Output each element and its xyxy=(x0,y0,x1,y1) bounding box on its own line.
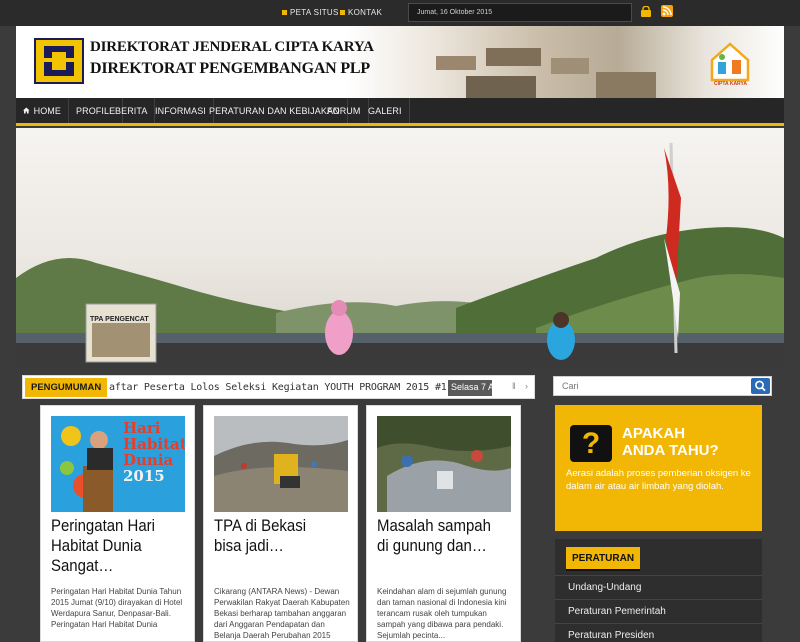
hero-landscape xyxy=(16,142,784,368)
current-date: Jumat, 16 Oktober 2015 xyxy=(408,3,632,22)
article-excerpt: Peringatan Hari Habitat Dunia Tahun 2015… xyxy=(51,587,183,629)
regulation-item-undang-undang[interactable]: Undang-Undang xyxy=(555,575,762,599)
sitemap-link-label[interactable]: PETA SITUS xyxy=(290,8,339,17)
habitat-day-poster-text: Hari Habitat Dunia 2015 xyxy=(123,420,185,484)
ticker-headline[interactable]: aftar Peserta Lolos Seleksi Kegiatan YOU… xyxy=(109,382,447,393)
article-title[interactable]: Peringatan Hari Habitat Dunia Sangat… xyxy=(51,516,174,576)
rss-icon[interactable] xyxy=(661,5,673,17)
pu-logo[interactable] xyxy=(34,38,84,84)
article-thumbnail[interactable] xyxy=(377,416,511,512)
bullet-icon xyxy=(282,10,287,15)
pause-icon[interactable]: ‖ xyxy=(512,381,516,391)
org-name-line1: DIREKTORAT JENDERAL CIPTA KARYA xyxy=(90,39,374,55)
article-excerpt: Keindahan alam di sejumlah gunung dan ta… xyxy=(377,587,507,640)
article-thumbnail[interactable]: Hari Habitat Dunia 2015 xyxy=(51,416,185,512)
article-title[interactable]: TPA di Bekasi bisa jadi… xyxy=(214,516,337,556)
nav-item-home[interactable]: HOME xyxy=(16,98,69,123)
bullet-icon xyxy=(340,10,345,15)
regulation-widget: PERATURAN Undang-Undang Peraturan Pemeri… xyxy=(555,539,762,642)
announcement-ticker: PENGUMUMAN aftar Peserta Lolos Seleksi K… xyxy=(22,375,535,399)
did-you-know-widget: ? APAKAH ANDA TAHU? Aerasi adalah proses… xyxy=(555,405,762,531)
search-button[interactable] xyxy=(751,378,770,394)
top-bar: PETA SITUS KONTAK Jumat, 16 Oktober 2015 xyxy=(0,0,800,26)
regulation-item-peraturan-pemerintah[interactable]: Peraturan Pemerintah xyxy=(555,599,762,623)
question-mark-icon: ? xyxy=(570,425,612,462)
did-you-know-title-line1: APAKAH xyxy=(622,425,686,442)
regulation-heading: PERATURAN xyxy=(566,547,641,571)
pu-emblem-icon xyxy=(44,46,74,76)
cipta-karya-label: CIPTA KARYA xyxy=(714,81,747,87)
article-excerpt: Cikarang (ANTARA News) - Dewan Perwakila… xyxy=(214,587,350,640)
contact-link-label[interactable]: KONTAK xyxy=(348,8,382,17)
ticker-date: Selasa 7 A xyxy=(448,380,492,396)
hero-sign-text: TPA PENGENCAT xyxy=(90,316,149,323)
search-icon xyxy=(755,380,766,392)
nav-item-galeri[interactable]: GALERI xyxy=(361,98,410,123)
did-you-know-text: Aerasi adalah proses pemberian oksigen k… xyxy=(566,468,751,492)
search-input[interactable] xyxy=(554,377,750,395)
did-you-know-title: APAKAH ANDA TAHU? xyxy=(622,425,742,459)
poster-line: 2015 xyxy=(123,467,165,485)
poster-line: Habitat xyxy=(123,435,185,453)
poster-line: Dunia xyxy=(123,451,174,469)
main-nav: HOME PROFILE BERITA INFORMASI PERATURAN … xyxy=(16,98,784,126)
hero-slideshow[interactable]: TPA PENGENCAT xyxy=(16,128,784,368)
did-you-know-title-line2: ANDA TAHU? xyxy=(622,442,719,459)
lock-icon[interactable] xyxy=(640,6,652,17)
article-thumbnail[interactable] xyxy=(214,416,348,512)
sitemap-link[interactable]: PETA SITUS xyxy=(282,8,339,17)
article-card: Masalah sampah di gunung dan… Keindahan … xyxy=(366,405,521,642)
article-title[interactable]: Masalah sampah di gunung dan… xyxy=(377,516,500,556)
next-arrow-icon[interactable]: › xyxy=(525,381,528,391)
search-box xyxy=(553,376,772,396)
nav-item-label: HOME xyxy=(33,105,61,116)
org-name-line2: DIREKTORAT PENGEMBANGAN PLP xyxy=(90,60,370,77)
article-card: Hari Habitat Dunia 2015 Peringatan Hari … xyxy=(40,405,195,642)
ticker-label: PENGUMUMAN xyxy=(25,378,107,397)
contact-link[interactable]: KONTAK xyxy=(340,8,382,17)
site-header: DIREKTORAT JENDERAL CIPTA KARYA DIREKTOR… xyxy=(16,26,784,98)
article-card: TPA di Bekasi bisa jadi… Cikarang (ANTAR… xyxy=(203,405,358,642)
poster-line: Hari xyxy=(123,419,161,437)
regulation-item-peraturan-presiden[interactable]: Peraturan Presiden xyxy=(555,623,762,642)
home-icon xyxy=(23,107,30,114)
